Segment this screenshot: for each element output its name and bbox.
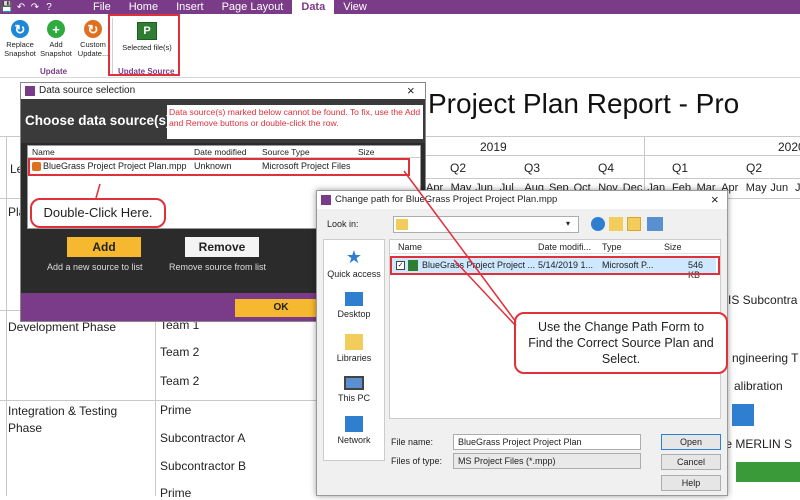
- arrow-line: [403, 170, 517, 323]
- annotation-arrows: [95, 170, 517, 327]
- arrow-line: [453, 259, 517, 327]
- arrow-line: [95, 183, 101, 199]
